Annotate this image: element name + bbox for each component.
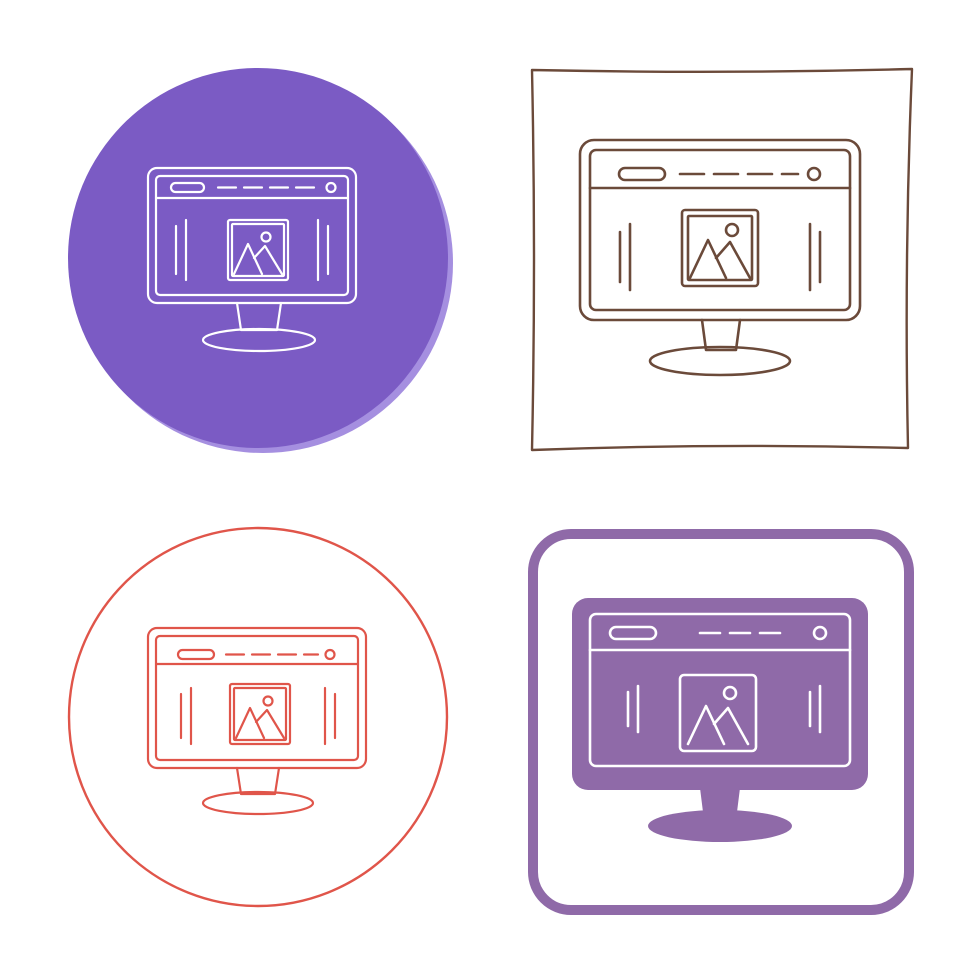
monitor-base xyxy=(648,810,792,842)
close-dot xyxy=(324,648,336,661)
monitor-icon xyxy=(528,529,914,915)
purple-circle-variant xyxy=(60,60,460,460)
mountain-shape xyxy=(714,240,752,280)
violet-square-variant xyxy=(520,520,920,920)
image-inner-frame xyxy=(232,686,288,742)
monitor-base xyxy=(201,790,315,816)
sun-shape xyxy=(724,222,740,238)
mountain-shape xyxy=(234,706,266,740)
red-circle-variant xyxy=(60,520,460,920)
mountain-shape xyxy=(254,708,286,740)
brown-square-variant xyxy=(520,60,920,460)
monitor-icon xyxy=(530,67,914,452)
monitor-frame xyxy=(578,138,862,322)
badge-circle xyxy=(67,526,449,908)
badge-circle xyxy=(68,68,448,448)
mountain-shape xyxy=(688,238,728,280)
address-bar xyxy=(176,648,216,661)
sun-shape xyxy=(262,695,274,707)
icon-sheet xyxy=(0,0,980,980)
image-inner-frame xyxy=(686,214,754,282)
address-bar xyxy=(617,166,667,182)
close-dot xyxy=(806,166,822,182)
monitor-icon xyxy=(68,68,453,453)
monitor-neck xyxy=(700,318,742,352)
image-placeholder-icon xyxy=(680,208,760,288)
monitor-neck xyxy=(235,766,281,796)
monitor-icon xyxy=(67,526,449,908)
